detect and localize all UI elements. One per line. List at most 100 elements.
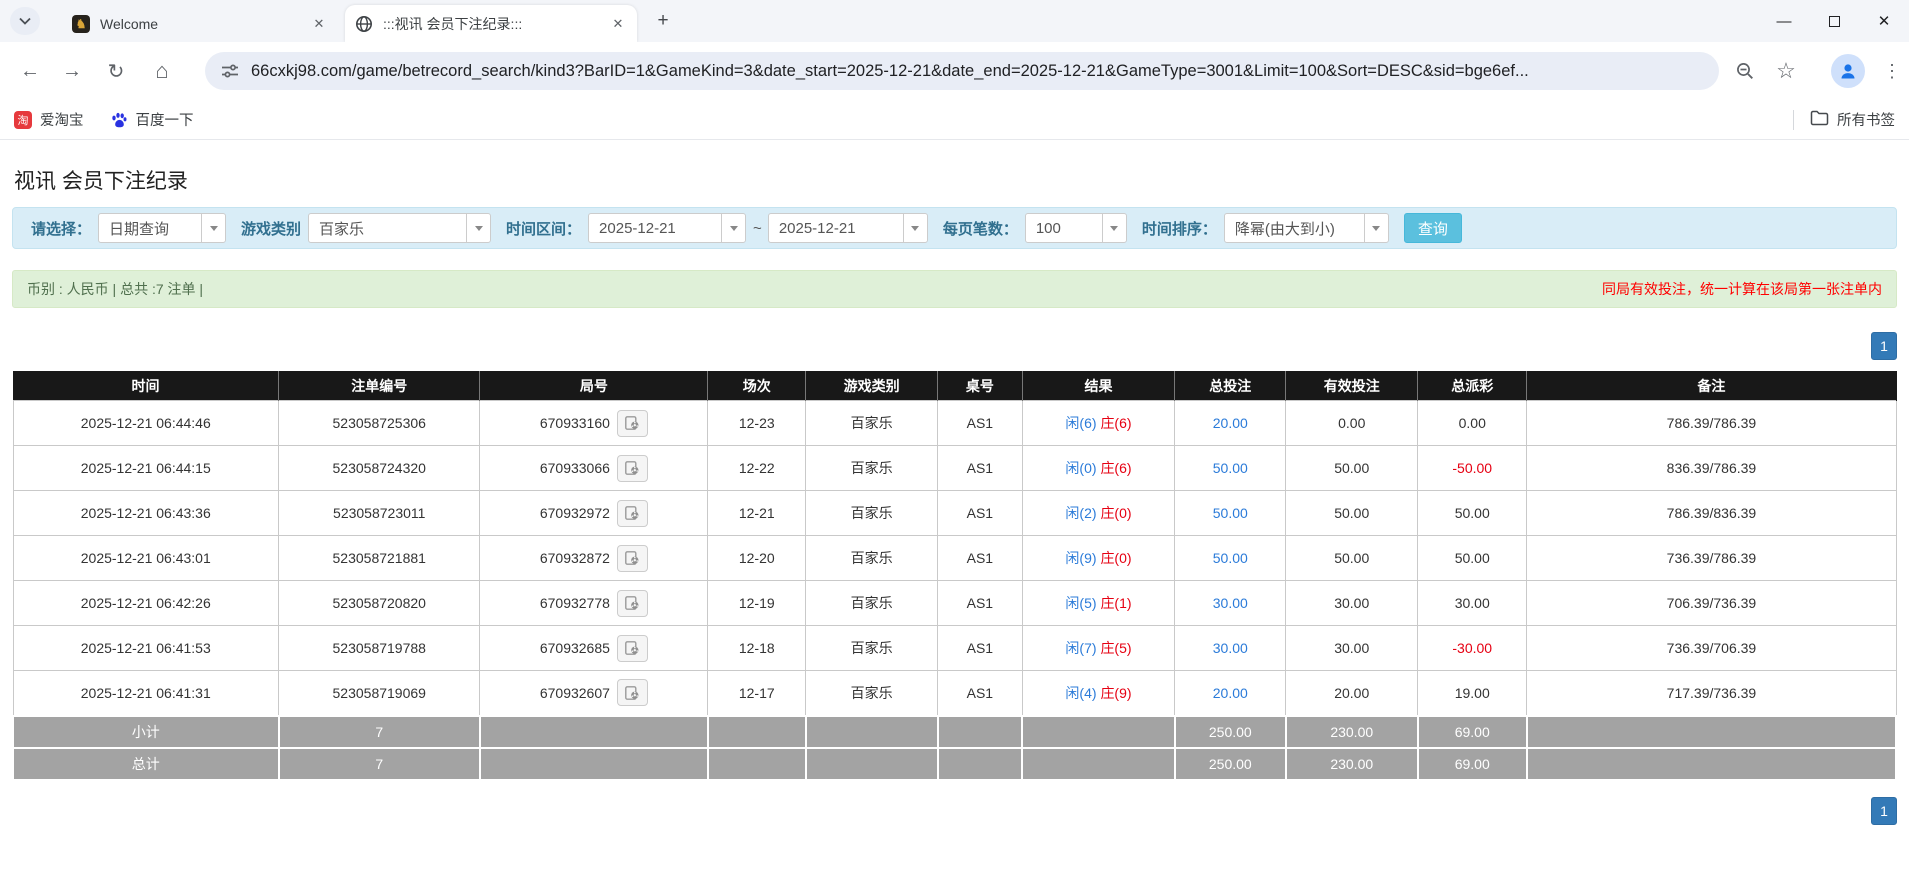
date-start-input[interactable]: 2025-12-21	[588, 213, 746, 243]
cell-time: 2025-12-21 06:41:31	[13, 671, 279, 716]
site-settings-icon[interactable]	[221, 62, 239, 80]
table-row: 2025-12-21 06:41:53523058719788670932685…	[13, 626, 1896, 671]
grand-total-row: 总计 7 250.00 230.00 69.00	[13, 748, 1896, 780]
cell-total-bet[interactable]: 50.00	[1175, 446, 1286, 491]
cell-valid-bet: 50.00	[1286, 536, 1418, 581]
cell-total-bet[interactable]: 20.00	[1175, 671, 1286, 716]
chevron-down-icon	[1102, 214, 1126, 242]
cell-valid-bet: 30.00	[1286, 626, 1418, 671]
table-body: 2025-12-21 06:44:46523058725306670933160…	[13, 401, 1896, 716]
col-bet-id: 注单编号	[279, 372, 480, 401]
video-replay-button[interactable]	[617, 545, 648, 572]
browser-menu-icon[interactable]: ⋮	[1880, 55, 1904, 87]
cell-total-bet[interactable]: 20.00	[1175, 401, 1286, 446]
cell-time: 2025-12-21 06:43:36	[13, 491, 279, 536]
folder-icon	[1810, 110, 1829, 130]
cell-remark: 706.39/736.39	[1527, 581, 1896, 626]
cell-total-bet[interactable]: 30.00	[1175, 581, 1286, 626]
cell-game-type: 百家乐	[806, 671, 938, 716]
cell-result: 闲(6) 庄(6)	[1022, 401, 1175, 446]
chevron-down-icon	[19, 17, 31, 25]
cell-result: 闲(5) 庄(1)	[1022, 581, 1175, 626]
cell-total-bet[interactable]: 50.00	[1175, 491, 1286, 536]
result-player: 闲(0)	[1065, 460, 1096, 476]
col-session: 场次	[708, 372, 806, 401]
video-replay-button[interactable]	[617, 590, 648, 617]
cell-valid-bet: 50.00	[1286, 446, 1418, 491]
bookmark-taobao[interactable]: 淘 爱淘宝	[14, 109, 84, 130]
welcome-favicon-icon: ♞	[72, 15, 90, 33]
cell-remark: 736.39/786.39	[1527, 536, 1896, 581]
url-text[interactable]: 66cxkj98.com/game/betrecord_search/kind3…	[251, 62, 1529, 81]
subtotal-row: 小计 7 250.00 230.00 69.00	[13, 716, 1896, 748]
summary-currency-text: 币别 : 人民币 | 总共 :7 注单 |	[27, 279, 203, 299]
video-replay-button[interactable]	[617, 455, 648, 482]
cell-time: 2025-12-21 06:44:15	[13, 446, 279, 491]
globe-favicon-icon	[355, 15, 373, 33]
cell-payout: 50.00	[1418, 536, 1527, 581]
result-banker: 庄(6)	[1100, 460, 1131, 476]
home-button[interactable]: ⌂	[146, 55, 178, 87]
bookmark-label: 爱淘宝	[40, 109, 84, 130]
address-bar[interactable]: 66cxkj98.com/game/betrecord_search/kind3…	[205, 52, 1719, 90]
cell-payout: -50.00	[1418, 446, 1527, 491]
pagination-page-1-bottom[interactable]: 1	[1871, 797, 1897, 825]
page-size-select[interactable]: 100	[1025, 213, 1127, 243]
cell-round-id: 670932778	[480, 581, 708, 626]
new-tab-button[interactable]: +	[650, 9, 676, 35]
cell-bet-id: 523058721881	[279, 536, 480, 581]
tab-bet-record[interactable]: :::视讯 会员下注纪录::: ✕	[345, 5, 637, 42]
profile-avatar[interactable]	[1831, 54, 1865, 88]
table-row: 2025-12-21 06:43:01523058721881670932872…	[13, 536, 1896, 581]
query-type-select[interactable]: 日期查询	[98, 213, 226, 243]
video-replay-button[interactable]	[617, 410, 648, 437]
video-replay-button[interactable]	[617, 635, 648, 662]
cell-game-type: 百家乐	[806, 491, 938, 536]
cell-time: 2025-12-21 06:44:46	[13, 401, 279, 446]
cell-payout: 50.00	[1418, 491, 1527, 536]
cell-game-type: 百家乐	[806, 536, 938, 581]
grand-total-total-bet: 250.00	[1175, 748, 1286, 780]
table-header-row: 时间 注单编号 局号 场次 游戏类别 桌号 结果 总投注 有效投注 总派彩 备注	[13, 372, 1896, 401]
tab-search-button[interactable]	[10, 7, 40, 35]
sort-select[interactable]: 降幂(由大到小)	[1224, 213, 1389, 243]
round-id-text: 670932685	[540, 640, 610, 656]
game-type-select[interactable]: 百家乐	[308, 213, 491, 243]
tab-close-icon[interactable]: ✕	[310, 15, 328, 33]
search-button[interactable]: 查询	[1404, 213, 1462, 243]
window-maximize-button[interactable]	[1809, 0, 1859, 42]
bookmark-baidu[interactable]: 百度一下	[110, 109, 194, 130]
cell-total-bet[interactable]: 30.00	[1175, 626, 1286, 671]
cell-total-bet[interactable]: 50.00	[1175, 536, 1286, 581]
window-minimize-button[interactable]: —	[1759, 0, 1809, 42]
browser-tab-strip: ♞ Welcome ✕ :::视讯 会员下注纪录::: ✕ + — ✕	[0, 0, 1909, 42]
page-title: 视讯 会员下注纪录	[14, 165, 188, 195]
back-button[interactable]: ←	[14, 55, 46, 87]
zoom-icon[interactable]	[1733, 59, 1757, 83]
date-end-input[interactable]: 2025-12-21	[768, 213, 928, 243]
pagination-page-1-top[interactable]: 1	[1871, 332, 1897, 360]
bookmark-star-icon[interactable]: ☆	[1774, 59, 1798, 83]
round-id-text: 670932607	[540, 685, 610, 701]
cell-bet-id: 523058723011	[279, 491, 480, 536]
result-banker: 庄(5)	[1100, 640, 1131, 656]
tab-welcome[interactable]: ♞ Welcome ✕	[62, 5, 338, 42]
cell-payout: -30.00	[1418, 626, 1527, 671]
video-replay-button[interactable]	[617, 500, 648, 527]
chevron-down-icon	[903, 214, 927, 242]
forward-button[interactable]: →	[56, 55, 88, 87]
window-close-button[interactable]: ✕	[1859, 0, 1909, 42]
all-bookmarks[interactable]: 所有书签	[1793, 109, 1895, 130]
cell-remark: 786.39/836.39	[1527, 491, 1896, 536]
tab-close-icon[interactable]: ✕	[609, 15, 627, 33]
video-replay-button[interactable]	[617, 679, 648, 706]
reload-button[interactable]: ↻	[100, 55, 132, 87]
cell-table-no: AS1	[938, 401, 1023, 446]
cell-payout: 30.00	[1418, 581, 1527, 626]
table-row: 2025-12-21 06:42:26523058720820670932778…	[13, 581, 1896, 626]
col-result: 结果	[1022, 372, 1175, 401]
sort-label: 时间排序：	[1142, 218, 1217, 239]
cell-table-no: AS1	[938, 581, 1023, 626]
cell-bet-id: 523058719069	[279, 671, 480, 716]
col-table-no: 桌号	[938, 372, 1023, 401]
